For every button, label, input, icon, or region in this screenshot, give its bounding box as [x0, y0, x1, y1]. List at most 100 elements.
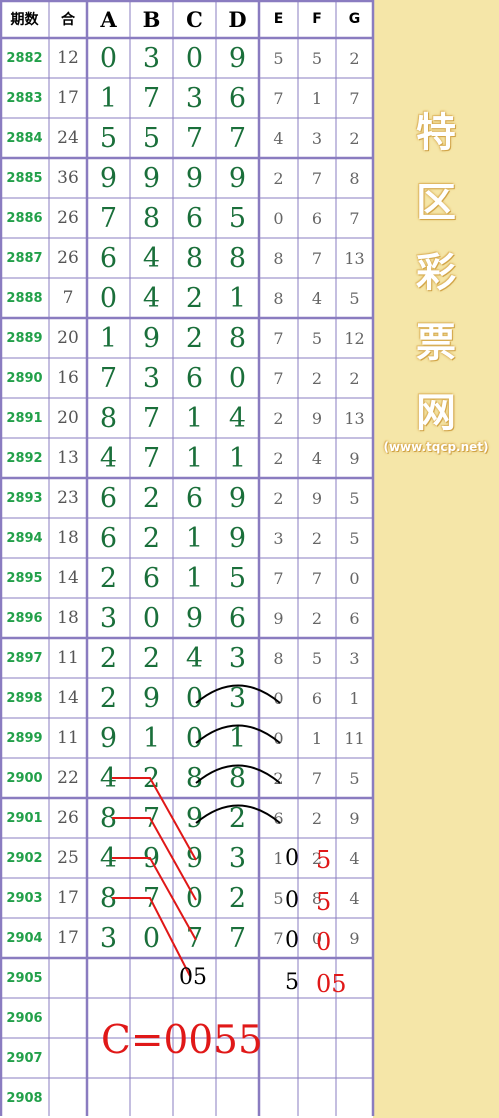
- extra-cell: 5: [349, 488, 360, 508]
- sum-cell: 25: [57, 848, 79, 868]
- digit-cell: 2: [99, 682, 118, 714]
- digit-cell: 7: [185, 922, 204, 954]
- digit-cell: 7: [99, 202, 118, 234]
- digit-cell: 9: [99, 162, 118, 194]
- sum-cell: 11: [57, 728, 79, 748]
- sum-cell: 14: [57, 688, 79, 708]
- period-cell: 2883: [6, 90, 43, 106]
- digit-cell: 4: [99, 442, 118, 474]
- extra-cell: 8: [349, 168, 360, 188]
- period-cell: 2907: [6, 1050, 43, 1066]
- digit-cell: 3: [185, 82, 204, 114]
- period-cell: 2896: [6, 610, 43, 626]
- extra-cell: [336, 1038, 373, 1078]
- digit-cell: 9: [185, 162, 204, 194]
- extra-cell: 9: [311, 408, 323, 428]
- digit-cell: 2: [142, 522, 161, 554]
- digit-cell: 2: [228, 802, 247, 834]
- digit-cell: 0: [142, 922, 161, 954]
- sum-cell: 20: [57, 328, 79, 348]
- extra-cell: [259, 998, 298, 1038]
- digit-cell: 9: [185, 602, 204, 634]
- extra-cell: 6: [311, 208, 323, 228]
- extra-cell: 1: [311, 88, 323, 108]
- extra-cell: 13: [344, 408, 365, 428]
- digit-cell: [130, 1078, 173, 1118]
- extra-cell: 1: [349, 688, 360, 708]
- digit-cell: 1: [185, 402, 204, 434]
- extra-cell: 6: [349, 608, 360, 628]
- period-cell: 2897: [6, 650, 43, 666]
- extra-cell: 7: [311, 168, 323, 188]
- extra-cell: 2: [349, 368, 360, 388]
- extra-cell: 2: [273, 168, 284, 188]
- extra-cell: 4: [349, 888, 360, 908]
- digit-cell: 1: [185, 442, 204, 474]
- digit-cell: 1: [228, 282, 247, 314]
- digit-cell: 6: [142, 562, 161, 594]
- sum-cell: 11: [57, 648, 79, 668]
- digit-cell: 3: [99, 602, 118, 634]
- extra-cell: 7: [273, 568, 284, 588]
- extra-cell: 8: [273, 248, 284, 268]
- sum-cell: 22: [57, 768, 79, 788]
- period-cell: 2884: [6, 130, 43, 146]
- period-cell: 2901: [6, 810, 43, 826]
- extra-cell: 8: [273, 288, 284, 308]
- digit-cell: [173, 1078, 216, 1118]
- extra-cell: 2: [311, 808, 323, 828]
- period-cell: 2888: [6, 290, 43, 306]
- extra-cell: 9: [349, 808, 360, 828]
- annotation-red-3: 0: [316, 928, 332, 956]
- digit-cell: 9: [142, 162, 161, 194]
- digit-cell: 4: [142, 282, 161, 314]
- extra-cell: 4: [349, 848, 360, 868]
- header-b: B: [142, 6, 161, 32]
- digit-cell: 7: [142, 82, 161, 114]
- extra-cell: 2: [311, 528, 323, 548]
- digit-cell: 9: [99, 722, 118, 754]
- extra-cell: 7: [311, 248, 323, 268]
- digit-cell: 2: [142, 642, 161, 674]
- header-a: A: [100, 6, 117, 32]
- extra-cell: 7: [349, 88, 360, 108]
- digit-cell: [216, 1078, 259, 1118]
- extra-cell: 5: [349, 288, 360, 308]
- sum-cell: 26: [57, 808, 79, 828]
- digit-cell: 8: [99, 402, 118, 434]
- extra-cell: 2: [349, 128, 360, 148]
- digit-cell: 0: [99, 42, 118, 74]
- extra-cell: 2: [311, 608, 323, 628]
- period-cell: 2892: [6, 450, 43, 466]
- digit-cell: 9: [185, 802, 204, 834]
- extra-cell: [259, 1078, 298, 1118]
- extra-cell: 7: [273, 328, 284, 348]
- sum-cell: 20: [57, 408, 79, 428]
- header-f: F: [312, 11, 322, 27]
- period-cell: 2885: [6, 170, 43, 186]
- digit-cell: 9: [142, 322, 161, 354]
- header-period: 期数: [10, 12, 39, 28]
- digit-cell: [130, 958, 173, 998]
- extra-cell: 4: [311, 448, 323, 468]
- extra-cell: 3: [273, 528, 284, 548]
- extra-cell: [298, 998, 336, 1038]
- extra-cell: 7: [349, 208, 360, 228]
- digit-cell: 0: [228, 362, 247, 394]
- extra-cell: 2: [273, 488, 284, 508]
- sum-cell: 17: [57, 888, 79, 908]
- digit-cell: 8: [99, 882, 118, 914]
- extra-cell: 4: [311, 288, 323, 308]
- period-cell: 2905: [6, 970, 43, 986]
- period-cell: 2887: [6, 250, 43, 266]
- digit-cell: 9: [142, 682, 161, 714]
- digit-cell: [216, 958, 259, 998]
- sum-cell: [49, 998, 87, 1038]
- period-cell: 2895: [6, 570, 43, 586]
- extra-cell: 6: [273, 808, 284, 828]
- digit-cell: 5: [228, 562, 247, 594]
- digit-cell: 0: [185, 722, 204, 754]
- digit-cell: 5: [228, 202, 247, 234]
- digit-cell: 9: [228, 42, 247, 74]
- extra-cell: 7: [311, 768, 323, 788]
